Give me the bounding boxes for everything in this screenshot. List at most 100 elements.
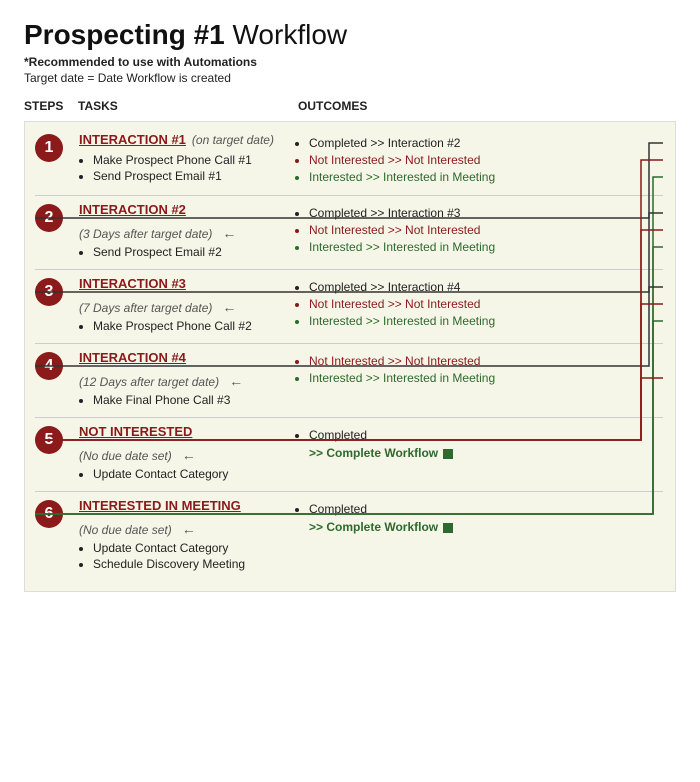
task-list-3: Make Prospect Phone Call #2: [79, 319, 279, 333]
complete-square: [443, 523, 453, 533]
complete-workflow-label: >> Complete Workflow: [309, 520, 453, 534]
step-left-2: INTERACTION #2 (3 Days after target date)…: [79, 202, 289, 261]
step-date-4: (12 Days after target date): [79, 375, 219, 389]
step-right-1: Completed >> Interaction #2 Not Intereste…: [289, 132, 663, 187]
step-header-6: INTERESTED IN MEETING (No due date set) ←: [79, 498, 279, 537]
arrow-left-6: ←: [182, 521, 196, 537]
step-left-5: NOT INTERESTED (No due date set) ← Update C…: [79, 424, 289, 483]
step-row-2: 2 INTERACTION #2 (3 Days after target date…: [35, 202, 663, 261]
step-date-3: (7 Days after target date): [79, 301, 212, 315]
step-circle-5: 5: [35, 426, 63, 454]
task-list-5: Update Contact Category: [79, 467, 279, 481]
step-body-5: NOT INTERESTED (No due date set) ← Update C…: [79, 424, 663, 483]
step-body-3: INTERACTION #3 (7 Days after target date)…: [79, 276, 663, 335]
outcome-item: Completed >> Interaction #2: [309, 136, 663, 150]
step-right-6: Completed >> Complete Workflow: [289, 498, 663, 573]
step-left-4: INTERACTION #4 (12 Days after target date…: [79, 350, 289, 409]
complete-workflow-6: >> Complete Workflow: [295, 519, 663, 534]
step-num-col-5: 5: [35, 424, 79, 483]
step-row-3: 3 INTERACTION #3 (7 Days after target date…: [35, 276, 663, 335]
step-row-1: 1 INTERACTION #1 (on target date) Make Pros…: [35, 132, 663, 187]
arrow-left-4: ←: [229, 373, 243, 389]
title-bold: Prospecting #1: [24, 19, 225, 50]
task-item: Update Contact Category: [93, 541, 279, 555]
workflow-container: 1 INTERACTION #1 (on target date) Make Pros…: [24, 121, 676, 592]
task-item: Schedule Discovery Meeting: [93, 557, 279, 571]
page-title: Prospecting #1 Workflow: [24, 20, 676, 51]
col-steps-label: STEPS: [24, 99, 78, 113]
step-header-3: INTERACTION #3 (7 Days after target date)…: [79, 276, 279, 315]
step-title-6: INTERESTED IN MEETING: [79, 498, 241, 513]
step-row-5: 5 NOT INTERESTED (No due date set) ← Update …: [35, 424, 663, 483]
outcome-item: Interested >> Interested in Meeting: [309, 240, 663, 254]
step-left-6: INTERESTED IN MEETING (No due date set) ← U…: [79, 498, 289, 573]
outcome-item: Completed >> Interaction #4: [309, 280, 663, 294]
outcome-item: Completed: [309, 502, 663, 516]
step-circle-4: 4: [35, 352, 63, 380]
step-header-4: INTERACTION #4 (12 Days after target date…: [79, 350, 279, 389]
step-row-4: 4 INTERACTION #4 (12 Days after target dat…: [35, 350, 663, 409]
step-left-3: INTERACTION #3 (7 Days after target date)…: [79, 276, 289, 335]
step-num-col-3: 3: [35, 276, 79, 335]
outcome-list-3: Completed >> Interaction #4 Not Intereste…: [295, 280, 663, 328]
col-tasks-label: TASKS: [78, 99, 298, 113]
step-num-col-2: 2: [35, 202, 79, 261]
step-circle-6: 6: [35, 500, 63, 528]
complete-square: [443, 449, 453, 459]
complete-workflow-label: >> Complete Workflow: [309, 446, 453, 460]
complete-workflow-5: >> Complete Workflow: [295, 445, 663, 460]
step-body-2: INTERACTION #2 (3 Days after target date)…: [79, 202, 663, 261]
step-circle-1: 1: [35, 134, 63, 162]
step-date-1: (on target date): [192, 133, 274, 147]
step-title-4: INTERACTION #4: [79, 350, 186, 365]
task-list-4: Make Final Phone Call #3: [79, 393, 279, 407]
step-date-2: (3 Days after target date): [79, 227, 212, 241]
subtitle2: Target date = Date Workflow is created: [24, 71, 676, 85]
outcome-item: Completed >> Interaction #3: [309, 206, 663, 220]
step-right-3: Completed >> Interaction #4 Not Intereste…: [289, 276, 663, 335]
task-list-2: Send Prospect Email #2: [79, 245, 279, 259]
outcome-item: Not Interested >> Not Interested: [309, 223, 663, 237]
outcome-item: Not Interested >> Not Interested: [309, 297, 663, 311]
step-num-col-6: 6: [35, 498, 79, 573]
outcome-item: Not Interested >> Not Interested: [309, 354, 663, 368]
column-headers: STEPS TASKS OUTCOMES: [24, 99, 676, 113]
outcome-list-1: Completed >> Interaction #2 Not Intereste…: [295, 136, 663, 184]
step-header-5: NOT INTERESTED (No due date set) ←: [79, 424, 279, 463]
task-list-6: Update Contact Category Schedule Discover…: [79, 541, 279, 571]
outcome-item: Interested >> Interested in Meeting: [309, 170, 663, 184]
step-header-1: INTERACTION #1 (on target date): [79, 132, 279, 149]
step-num-col-4: 4: [35, 350, 79, 409]
task-item: Make Final Phone Call #3: [93, 393, 279, 407]
outcome-item: Interested >> Interested in Meeting: [309, 371, 663, 385]
step-right-5: Completed >> Complete Workflow: [289, 424, 663, 483]
task-item: Make Prospect Phone Call #1: [93, 153, 279, 167]
arrow-left-2: ←: [222, 225, 236, 241]
step-title-3: INTERACTION #3: [79, 276, 186, 291]
step-title-5: NOT INTERESTED: [79, 424, 192, 439]
step-right-4: Not Interested >> Not Interested Interest…: [289, 350, 663, 409]
step-right-2: Completed >> Interaction #3 Not Intereste…: [289, 202, 663, 261]
step-body-1: INTERACTION #1 (on target date) Make Prosp…: [79, 132, 663, 187]
step-circle-2: 2: [35, 204, 63, 232]
arrow-left-3: ←: [222, 299, 236, 315]
step-title-1: INTERACTION #1: [79, 132, 186, 147]
outcome-list-5: Completed: [295, 428, 663, 442]
arrow-left-5: ←: [182, 447, 196, 463]
step-row-6: 6 INTERESTED IN MEETING (No due date set) ←…: [35, 498, 663, 573]
title-light: Workflow: [225, 19, 347, 50]
col-outcomes-label: OUTCOMES: [298, 99, 367, 113]
outcome-list-2: Completed >> Interaction #3 Not Intereste…: [295, 206, 663, 254]
task-item: Make Prospect Phone Call #2: [93, 319, 279, 333]
step-title-2: INTERACTION #2: [79, 202, 186, 217]
step-body-4: INTERACTION #4 (12 Days after target date…: [79, 350, 663, 409]
outcome-item: Not Interested >> Not Interested: [309, 153, 663, 167]
task-item: Send Prospect Email #2: [93, 245, 279, 259]
task-item: Update Contact Category: [93, 467, 279, 481]
outcome-item: Completed: [309, 428, 663, 442]
subtitle1: *Recommended to use with Automations: [24, 55, 676, 69]
step-left-1: INTERACTION #1 (on target date) Make Prosp…: [79, 132, 289, 187]
step-date-5: (No due date set): [79, 449, 172, 463]
step-circle-3: 3: [35, 278, 63, 306]
step-date-6: (No due date set): [79, 523, 172, 537]
